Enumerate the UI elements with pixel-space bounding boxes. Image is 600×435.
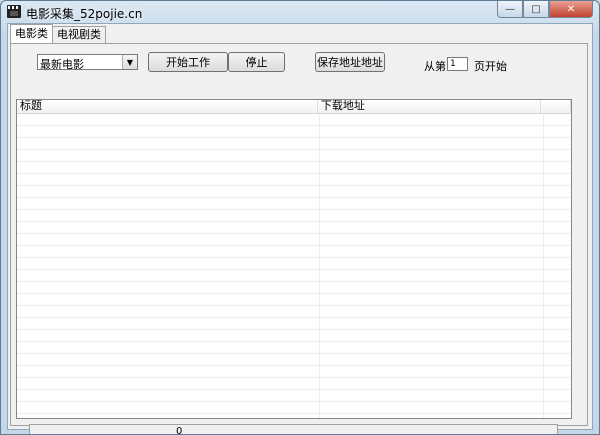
- list-body[interactable]: [17, 114, 571, 418]
- column-divider: [543, 114, 544, 418]
- clapperboard-icon: [7, 5, 21, 18]
- category-select[interactable]: 最新电影 ▼: [37, 54, 138, 71]
- start-button[interactable]: 开始工作: [148, 52, 228, 72]
- window-title: 电影采集_52pojie.cn: [26, 7, 143, 21]
- category-select-value: 最新电影: [40, 58, 84, 71]
- tab-panel-movies: 最新电影 ▼ 开始工作 停止 保存地址地址 从第 1 页开始 标题 下载地址 0: [10, 43, 588, 434]
- results-list[interactable]: 标题 下载地址: [16, 99, 572, 419]
- close-button[interactable]: ✕: [549, 1, 593, 18]
- list-header: 标题 下载地址: [17, 100, 571, 114]
- from-page-label: 从第: [424, 60, 446, 73]
- page-start-label: 页开始: [474, 60, 507, 73]
- stop-button[interactable]: 停止: [228, 52, 285, 72]
- column-extra[interactable]: [541, 100, 571, 113]
- start-page-input[interactable]: 1: [447, 57, 468, 71]
- column-title[interactable]: 标题: [17, 100, 318, 113]
- tab-movies[interactable]: 电影类: [10, 24, 53, 43]
- chevron-down-icon[interactable]: ▼: [122, 55, 137, 69]
- column-divider: [319, 114, 320, 418]
- caption-buttons: — □ ✕: [497, 1, 593, 19]
- status-count: 0: [176, 426, 183, 435]
- save-address-button[interactable]: 保存地址地址: [315, 52, 385, 72]
- maximize-button[interactable]: □: [523, 1, 549, 18]
- column-download-url[interactable]: 下载地址: [318, 100, 542, 113]
- tab-strip: 电影类 电视剧类: [10, 24, 106, 44]
- client-area: 电影类 电视剧类 最新电影 ▼ 开始工作 停止 保存地址地址 从第 1 页开始 …: [7, 23, 593, 434]
- tab-tv-series[interactable]: 电视剧类: [52, 26, 106, 43]
- minimize-button[interactable]: —: [497, 1, 523, 18]
- status-bar: 0: [29, 424, 558, 435]
- title-bar[interactable]: 电影采集_52pojie.cn — □ ✕: [1, 1, 599, 23]
- app-window: 电影采集_52pojie.cn — □ ✕ 电影类 电视剧类 最新电影 ▼ 开始…: [0, 0, 600, 435]
